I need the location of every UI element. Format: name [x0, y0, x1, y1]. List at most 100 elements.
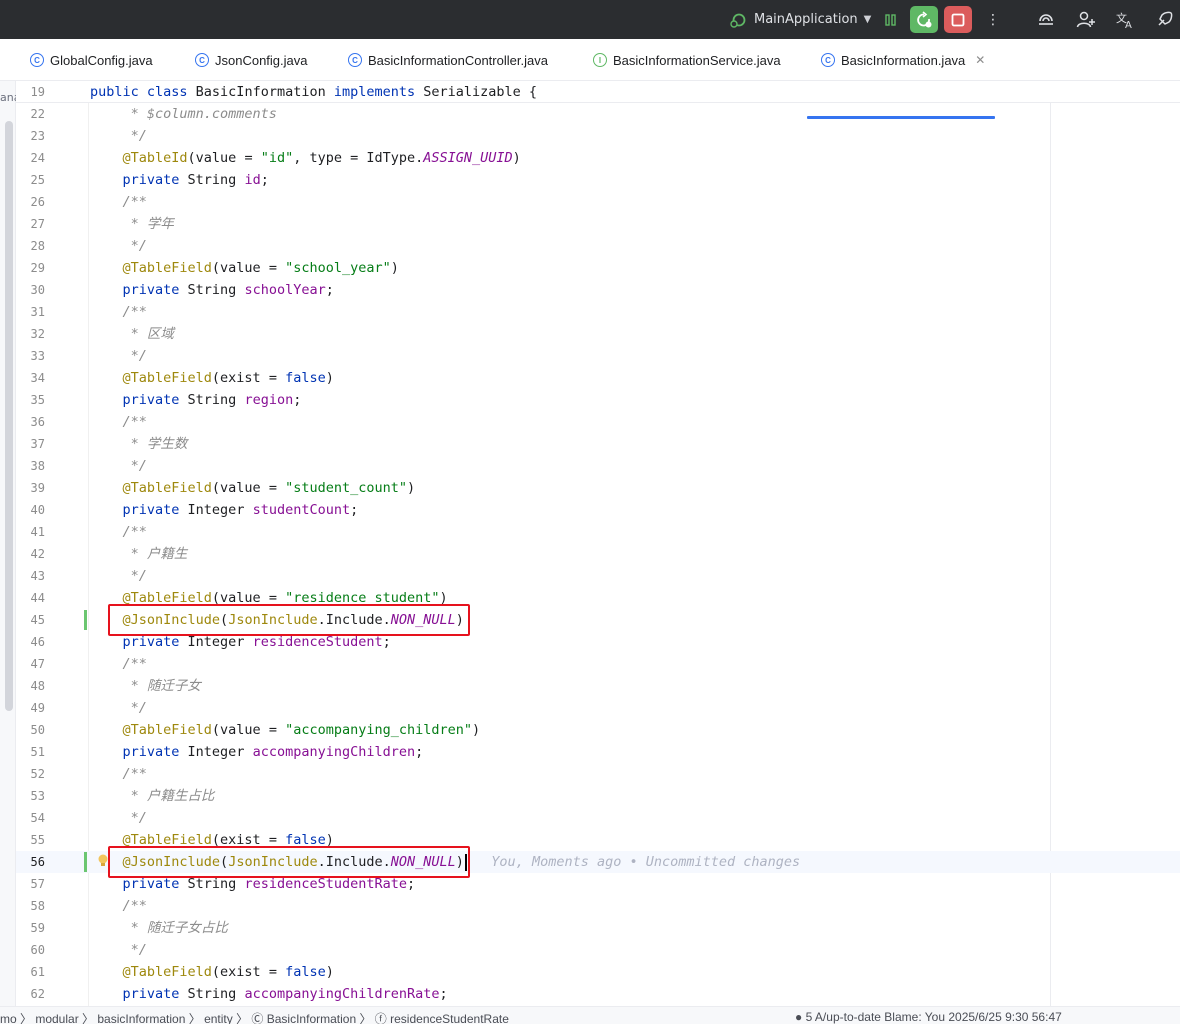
code-token: "school_year" [285, 260, 391, 276]
class-icon: C [821, 53, 835, 67]
code-token: implements [333, 84, 424, 100]
code-token: residenceStudent [252, 634, 383, 650]
code-line[interactable]: 37 * 学生数 [16, 433, 1180, 455]
interface-icon: I [593, 53, 607, 67]
tab-label: BasicInformation.java [841, 52, 966, 68]
line-number: 35 [30, 393, 45, 407]
code-text: * 随迁子女 [90, 675, 201, 697]
tab-label: BasicInformationService.java [613, 52, 781, 68]
code-token: id [244, 172, 261, 188]
code-line[interactable]: 34 @TableField(exist = false) [16, 367, 1180, 389]
tab-basicinformationservice[interactable]: I BasicInformationService.java [593, 39, 781, 81]
debug-icon[interactable] [877, 6, 905, 33]
tab-basicinformationcontroller[interactable]: C BasicInformationController.java [348, 39, 548, 81]
code-token: Integer [187, 502, 253, 518]
line-number: 56 [30, 855, 45, 869]
code-token: */ [90, 810, 147, 826]
code-line[interactable]: 52 /** [16, 763, 1180, 785]
code-line[interactable]: 30 private String schoolYear; [16, 279, 1180, 301]
code-line[interactable]: 31 /** [16, 301, 1180, 323]
code-line[interactable]: 39 @TableField(value = "student_count") [16, 477, 1180, 499]
sticky-header-line[interactable]: 19 public class BasicInformation implemen… [16, 81, 1180, 103]
line-number: 49 [30, 701, 45, 715]
code-token: private [90, 744, 188, 760]
close-icon[interactable]: ✕ [975, 53, 985, 67]
code-line[interactable]: 29 @TableField(value = "school_year") [16, 257, 1180, 279]
line-number: 39 [30, 481, 45, 495]
tab-basicinformation[interactable]: C BasicInformation.java ✕ [821, 39, 985, 81]
code-token: "accompanying_children" [285, 722, 473, 738]
code-line[interactable]: 23 */ [16, 125, 1180, 147]
run-config-selector[interactable]: MainApplication ▼ [730, 8, 871, 31]
line-number: 55 [30, 833, 45, 847]
tab-jsonconfig[interactable]: C JsonConfig.java [195, 39, 308, 81]
code-text: @TableField(value = "accompanying_childr… [90, 719, 481, 741]
code-line[interactable]: 50 @TableField(value = "accompanying_chi… [16, 719, 1180, 741]
code-line[interactable]: 49 */ [16, 697, 1180, 719]
vcs-change-marker[interactable] [84, 852, 87, 872]
add-user-icon[interactable] [1072, 6, 1100, 33]
tab-label: BasicInformationController.java [368, 52, 548, 68]
deploy-icon[interactable] [1150, 6, 1178, 33]
run-config-label: MainApplication [754, 12, 858, 27]
code-line[interactable]: 22 * $column.comments [16, 103, 1180, 125]
code-line[interactable]: 27 * 学年 [16, 213, 1180, 235]
code-token: */ [90, 238, 147, 254]
code-line[interactable]: 59 * 随迁子女占比 [16, 917, 1180, 939]
code-line[interactable]: 42 * 户籍生 [16, 543, 1180, 565]
code-line[interactable]: 26 /** [16, 191, 1180, 213]
breadcrumb[interactable]: mo 〉 modular 〉 basicInformation 〉 entity… [0, 1010, 509, 1024]
translate-icon[interactable]: 文A [1111, 6, 1139, 33]
code-token: private [90, 392, 188, 408]
code-token: /** [90, 766, 147, 782]
code-line[interactable]: 51 private Integer accompanyingChildren; [16, 741, 1180, 763]
code-line[interactable]: 61 @TableField(exist = false) [16, 961, 1180, 983]
code-editor[interactable]: 19 public class BasicInformation implemen… [16, 81, 1180, 1006]
code-line[interactable]: 47 /** [16, 653, 1180, 675]
code-line[interactable]: 53 * 户籍生占比 [16, 785, 1180, 807]
code-token: "id" [260, 150, 294, 166]
rerun-icon[interactable] [910, 6, 938, 33]
code-text: private Integer accompanyingChildren; [90, 741, 424, 763]
code-text: */ [90, 235, 147, 257]
code-token: Integer [187, 744, 253, 760]
line-number: 42 [30, 547, 45, 561]
code-line[interactable]: 41 /** [16, 521, 1180, 543]
ai-icon[interactable] [1032, 6, 1060, 33]
code-token: * 户籍生占比 [90, 788, 215, 804]
code-line[interactable]: 40 private Integer studentCount; [16, 499, 1180, 521]
code-token: studentCount [252, 502, 351, 518]
code-token: String [187, 282, 245, 298]
code-token: accompanyingChildren [252, 744, 416, 760]
code-line[interactable]: 58 /** [16, 895, 1180, 917]
vertical-scrollbar[interactable] [5, 121, 13, 711]
code-line[interactable]: 24 @TableId(value = "id", type = IdType.… [16, 147, 1180, 169]
code-line[interactable]: 28 */ [16, 235, 1180, 257]
code-token: accompanyingChildrenRate [244, 986, 440, 1002]
more-icon[interactable]: ⋮ [979, 6, 1007, 33]
code-line[interactable]: 25 private String id; [16, 169, 1180, 191]
code-line[interactable]: 33 */ [16, 345, 1180, 367]
class-icon: C [195, 53, 209, 67]
code-token: @TableField [90, 480, 212, 496]
code-line[interactable]: 62 private String accompanyingChildrenRa… [16, 983, 1180, 1005]
tab-globalconfig[interactable]: C GlobalConfig.java [30, 39, 153, 81]
code-line[interactable]: 36 /** [16, 411, 1180, 433]
code-line[interactable]: 54 */ [16, 807, 1180, 829]
code-line[interactable]: 35 private String region; [16, 389, 1180, 411]
vcs-change-marker[interactable] [84, 610, 87, 630]
code-line[interactable]: 60 */ [16, 939, 1180, 961]
stop-icon[interactable] [944, 6, 972, 33]
code-token: @TableId [90, 150, 188, 166]
line-number: 62 [30, 987, 45, 1001]
code-line[interactable]: 38 */ [16, 455, 1180, 477]
inline-blame[interactable]: You, Moments ago • Uncommitted changes [467, 854, 800, 870]
status-info[interactable]: ● 5 A/up-to-date Blame: You 2025/6/25 9:… [795, 1010, 1062, 1024]
code-line[interactable]: 43 */ [16, 565, 1180, 587]
code-line[interactable]: 48 * 随迁子女 [16, 675, 1180, 697]
code-line[interactable]: 32 * 区域 [16, 323, 1180, 345]
code-text: @TableField(value = "school_year") [90, 257, 399, 279]
line-number: 37 [30, 437, 45, 451]
highlight-box [108, 846, 470, 878]
code-text: */ [90, 697, 147, 719]
